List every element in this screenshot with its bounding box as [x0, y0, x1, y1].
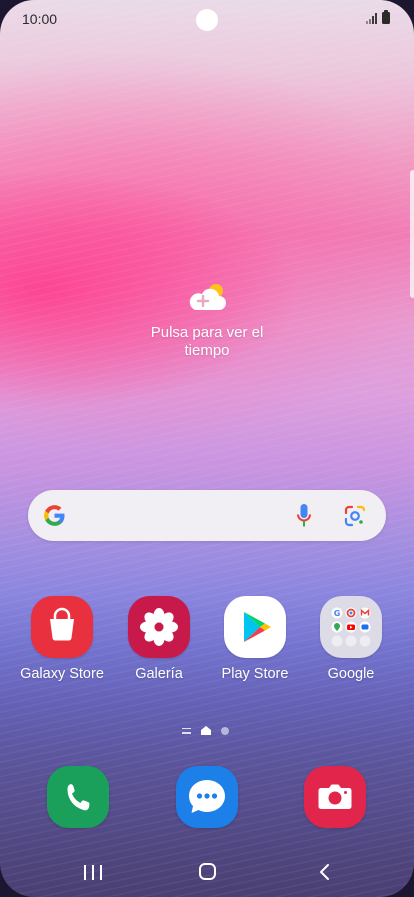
play-store-icon: [224, 596, 286, 658]
weather-widget[interactable]: Pulsa para ver el tiempo: [107, 280, 307, 360]
google-folder-icon: G: [320, 596, 382, 658]
app-google-folder[interactable]: G Google: [303, 596, 399, 682]
home-icon[interactable]: [199, 863, 216, 880]
page-indicator: [182, 726, 229, 735]
weather-prompt: Pulsa para ver el tiempo: [150, 324, 264, 359]
status-bar: 10:00: [0, 0, 414, 38]
gallery-icon: [128, 596, 190, 658]
google-lens-icon[interactable]: [344, 505, 366, 527]
app-play-store[interactable]: Play Store: [207, 596, 303, 682]
galaxy-store-icon: [31, 596, 93, 658]
page-list-icon[interactable]: [182, 727, 191, 734]
app-label: Google: [327, 666, 375, 682]
cloud-plus-sun-icon: [189, 284, 226, 310]
google-search-bar[interactable]: [28, 490, 386, 541]
navigation-bar: [0, 850, 414, 894]
app-galaxy-store[interactable]: Galaxy Store: [14, 596, 110, 682]
back-icon[interactable]: [318, 863, 332, 881]
home-page-icon[interactable]: [201, 726, 211, 735]
page-dot[interactable]: [221, 726, 229, 735]
status-time: 10:00: [22, 11, 58, 27]
camera-icon[interactable]: [304, 766, 366, 828]
messages-icon[interactable]: [176, 766, 238, 828]
signal-icon: [366, 13, 377, 24]
app-label: Play Store: [221, 666, 289, 682]
front-camera: [196, 9, 218, 31]
recents-icon[interactable]: [84, 865, 102, 880]
edge-panel-handle[interactable]: [410, 170, 414, 298]
svg-text:G: G: [334, 609, 341, 618]
battery-icon: [382, 10, 390, 24]
home-screen: 10:00 Pulsa para ver el tiempo Galaxy St…: [0, 0, 414, 897]
app-label: Galaxy Store: [20, 666, 104, 682]
google-g-icon: [44, 505, 65, 526]
microphone-icon[interactable]: [296, 503, 312, 529]
phone-icon[interactable]: [47, 766, 109, 828]
status-icons: [366, 10, 390, 24]
app-gallery[interactable]: Galería: [111, 596, 207, 682]
wallpaper: [0, 0, 414, 897]
app-label: Galería: [135, 666, 183, 682]
